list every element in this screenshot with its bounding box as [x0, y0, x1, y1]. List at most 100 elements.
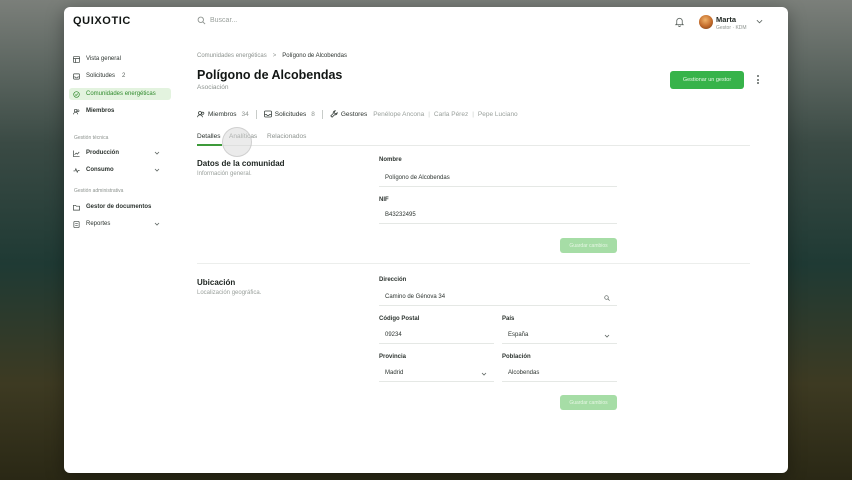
add-manager-button[interactable]: Gestionar un gestor: [670, 71, 744, 89]
managers-list: Penélope Ancona | Carla Pérez | Pepe Luc…: [373, 111, 517, 118]
sidebar-item-label: Producción: [86, 150, 120, 156]
top-bar: QUIXOTIC Buscar... Marta Gestor · KDM: [64, 7, 788, 37]
members-label: Miembros: [208, 110, 237, 118]
sidebar-item-production[interactable]: Producción: [69, 147, 171, 159]
search-icon: [197, 16, 206, 25]
sidebar-item-consumption[interactable]: Consumo: [69, 164, 171, 176]
activity-icon: [73, 167, 80, 173]
tab-details[interactable]: Detalles: [197, 133, 220, 140]
users-icon: [73, 108, 80, 114]
sidebar-item-documents[interactable]: Gestor de documentos: [69, 201, 171, 213]
users-icon: [197, 111, 205, 118]
sidebar-item-label: Miembros: [86, 108, 115, 114]
search-box[interactable]: Buscar...: [197, 16, 237, 25]
address-value: Camino de Génova 34: [385, 294, 446, 300]
page-subtitle: Asociación: [197, 84, 229, 91]
chart-line-icon: [73, 149, 80, 157]
members-count: 34: [241, 110, 249, 118]
requests-label: Solicitudes: [274, 110, 307, 118]
nif-label: NIF: [379, 197, 389, 203]
members-stat[interactable]: Miembros 34: [197, 110, 249, 118]
sidebar-item-label: Reportes: [86, 221, 111, 227]
province-label: Provincia: [379, 354, 407, 360]
town-field[interactable]: Alcobendas: [502, 365, 617, 382]
section-label-technical: Gestión técnica: [74, 135, 109, 141]
section-label-admin: Gestión administrativa: [74, 188, 124, 194]
chevron-down-icon: [481, 372, 487, 376]
name-label: Nombre: [379, 157, 402, 163]
wrench-icon: [330, 110, 338, 118]
inbox-icon: [263, 110, 272, 118]
country-label: País: [502, 316, 515, 322]
sidebar-item-label: Comunidades energéticas: [86, 91, 156, 97]
folder-icon: [73, 204, 80, 210]
community-icon: [73, 90, 80, 98]
nif-field[interactable]: B43232495: [379, 207, 617, 224]
user-name[interactable]: Marta: [716, 15, 736, 24]
section-subtitle-location: Localización geográfica.: [197, 290, 262, 296]
postal-code-label: Código Postal: [379, 316, 420, 322]
sidebar-item-label: Vista general: [86, 56, 121, 62]
save-location-button[interactable]: Guardar cambios: [560, 395, 617, 410]
section-divider: [197, 263, 750, 264]
app-window: QUIXOTIC Buscar... Marta Gestor · KDM Vi…: [64, 7, 788, 473]
town-label: Población: [502, 354, 531, 360]
sidebar-item-label: Consumo: [86, 167, 114, 173]
chevron-down-icon[interactable]: [756, 19, 763, 24]
chevron-down-icon[interactable]: [154, 167, 160, 173]
address-label: Dirección: [379, 277, 407, 283]
tab-bar: Detalles Analíticas Relacionados: [197, 132, 750, 146]
search-icon[interactable]: [604, 295, 610, 301]
requests-count: 8: [311, 110, 315, 118]
manager-name[interactable]: Penélope Ancona: [373, 111, 424, 118]
manager-name[interactable]: Pepe Luciano: [478, 111, 518, 118]
managers-stat[interactable]: Gestores Penélope Ancona | Carla Pérez |…: [330, 110, 518, 118]
divider: [321, 109, 323, 119]
divider: |: [472, 110, 474, 118]
breadcrumb-parent[interactable]: Comunidades energéticas: [197, 53, 267, 59]
app-logo[interactable]: QUIXOTIC: [73, 15, 131, 27]
user-role: Gestor · KDM: [716, 25, 747, 31]
chevron-down-icon[interactable]: [154, 221, 160, 227]
section-title-community: Datos de la comunidad: [197, 159, 285, 168]
manager-name[interactable]: Carla Pérez: [434, 111, 468, 118]
managers-label: Gestores: [340, 110, 368, 118]
sidebar-item-requests[interactable]: Solicitudes 2: [69, 70, 171, 82]
divider: |: [428, 110, 430, 118]
name-field[interactable]: Polígono de Alcobendas: [379, 170, 617, 187]
address-field[interactable]: Camino de Génova 34: [379, 289, 617, 306]
sidebar: Vista general Solicitudes 2 Comunidades …: [64, 37, 179, 473]
more-options-icon[interactable]: [756, 75, 760, 85]
chevron-down-icon[interactable]: [154, 150, 160, 156]
tab-related[interactable]: Relacionados: [267, 133, 306, 140]
avatar[interactable]: [699, 15, 713, 29]
breadcrumb-current: Polígono de Alcobendas: [282, 53, 347, 59]
requests-stat[interactable]: Solicitudes 8: [263, 110, 315, 118]
section-title-location: Ubicación: [197, 278, 236, 287]
requests-count-badge: 2: [122, 73, 126, 79]
section-subtitle-community: Información general.: [197, 171, 252, 177]
chevron-down-icon: [604, 334, 610, 338]
country-select[interactable]: España: [502, 327, 617, 344]
divider: [255, 109, 257, 119]
inbox-icon: [73, 73, 80, 79]
sidebar-item-reports[interactable]: Reportes: [69, 218, 171, 230]
breadcrumb: Comunidades energéticas > Polígono de Al…: [197, 53, 347, 59]
sidebar-item-overview[interactable]: Vista general: [69, 53, 171, 65]
save-community-button[interactable]: Guardar cambios: [560, 238, 617, 253]
sidebar-item-communities[interactable]: Comunidades energéticas: [69, 88, 171, 100]
postal-code-field[interactable]: 09234: [379, 327, 494, 344]
country-value: España: [508, 332, 529, 338]
sidebar-item-label: Solicitudes: [86, 73, 116, 79]
province-value: Madrid: [385, 370, 404, 376]
sidebar-item-members[interactable]: Miembros: [69, 105, 171, 117]
cursor-highlight: [222, 127, 252, 157]
active-tab-indicator: [197, 144, 222, 146]
community-meta-row: Miembros 34 Solicitudes 8 Gestores Penél…: [197, 105, 750, 123]
search-input[interactable]: Buscar...: [210, 17, 237, 24]
page-title: Polígono de Alcobendas: [197, 68, 343, 82]
bell-icon[interactable]: [674, 16, 685, 27]
breadcrumb-separator: >: [272, 53, 277, 59]
province-select[interactable]: Madrid: [379, 365, 494, 382]
report-icon: [73, 220, 80, 228]
